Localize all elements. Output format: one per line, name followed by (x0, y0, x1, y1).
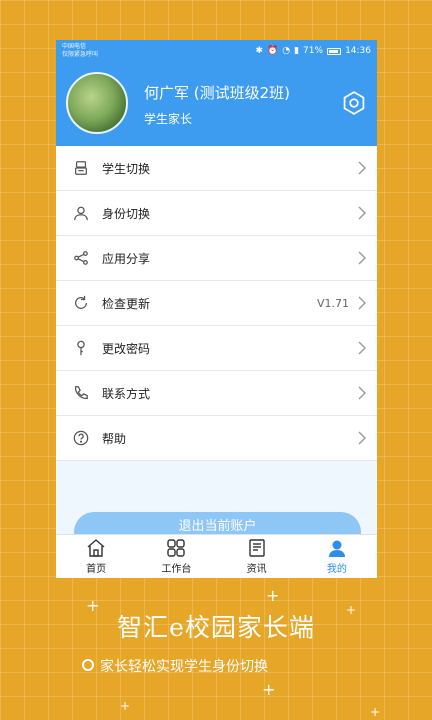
profile-name: 何广军 (测试班级2班) (144, 84, 291, 102)
news-icon (248, 539, 265, 557)
wifi-icon: ◔ (282, 46, 291, 56)
tab-mine[interactable]: 我的 (297, 535, 377, 578)
chevron-right-icon (358, 341, 366, 355)
menu-item-share[interactable]: 应用分享 (56, 236, 377, 281)
signal-icon: ▮ (294, 46, 300, 56)
menu-item-contact[interactable]: 联系方式 (56, 371, 377, 416)
sparkle-icon: + (370, 705, 381, 719)
menu-item-label: 身份切换 (102, 206, 151, 221)
tab-label: 资讯 (246, 564, 267, 575)
carrier-label: 中国电信 (62, 43, 87, 50)
sparkle-icon: + (266, 586, 280, 605)
chevron-right-icon (358, 206, 366, 220)
key-icon (72, 339, 90, 357)
refresh-icon (72, 294, 90, 312)
battery-percent: 71% (303, 46, 324, 56)
app-screen: 中国电信 仅限紧急呼叫 ✱ ⏰ ◔ ▮ 71% 14:36 何广军 (测试班级2… (56, 40, 377, 578)
profile-header: 何广军 (测试班级2班) 学生家长 (56, 62, 377, 146)
profile-icon (328, 540, 345, 557)
version-label: V1.71 (316, 296, 349, 310)
status-bar: 中国电信 仅限紧急呼叫 ✱ ⏰ ◔ ▮ 71% 14:36 (56, 40, 377, 62)
alarm-icon: ⏰ (267, 46, 279, 56)
chevron-right-icon (358, 251, 366, 265)
menu-item-identity-switch[interactable]: 身份切换 (56, 191, 377, 236)
menu-item-change-password[interactable]: 更改密码 (56, 326, 377, 371)
carrier-info: 中国电信 仅限紧急呼叫 (62, 43, 98, 59)
menu-item-student-switch[interactable]: 学生切换 (56, 146, 377, 191)
sparkle-icon: + (120, 699, 131, 713)
menu-item-label: 联系方式 (102, 386, 151, 401)
menu-item-label: 应用分享 (102, 251, 151, 266)
home-icon (87, 539, 105, 557)
chevron-right-icon (358, 386, 366, 400)
person-icon (72, 204, 90, 222)
chevron-right-icon (358, 431, 366, 445)
clock: 14:36 (345, 46, 371, 56)
workbench-icon (167, 539, 186, 557)
help-icon (72, 429, 90, 447)
bluetooth-icon: ✱ (255, 46, 264, 56)
menu-item-help[interactable]: 帮助 (56, 416, 377, 461)
tab-label: 首页 (86, 564, 107, 575)
profile-role: 学生家长 (144, 112, 193, 126)
circle-icon (82, 659, 94, 671)
chevron-right-icon (358, 296, 366, 310)
menu-item-label: 检查更新 (102, 296, 151, 311)
chevron-right-icon (358, 161, 366, 175)
tab-label: 工作台 (161, 564, 192, 575)
promo-subtitle: 家长轻松实现学生身份切换 (100, 659, 268, 675)
tab-home[interactable]: 首页 (56, 535, 136, 578)
menu-item-label: 学生切换 (102, 161, 151, 176)
bottom-tab-bar: 首页 工作台 资讯 我的 (56, 534, 377, 578)
gear-icon[interactable] (341, 90, 367, 116)
menu-item-label: 更改密码 (102, 341, 151, 356)
tab-news[interactable]: 资讯 (217, 535, 297, 578)
emergency-label: 仅限紧急呼叫 (62, 51, 99, 58)
avatar[interactable] (66, 72, 128, 134)
battery-icon (327, 47, 342, 55)
settings-menu: 学生切换 身份切换 应用分享 检查更新 V1.71 更改密码 联系方式 帮助 (56, 146, 377, 461)
share-icon (72, 249, 90, 267)
sparkle-icon: + (262, 680, 276, 699)
tab-workbench[interactable]: 工作台 (136, 535, 216, 578)
phone-icon (72, 384, 90, 402)
student-switch-icon (72, 159, 90, 177)
tab-label: 我的 (326, 564, 347, 575)
promo-title: 智汇e校园家长端 (117, 613, 315, 642)
menu-item-label: 帮助 (102, 431, 127, 446)
menu-item-check-update[interactable]: 检查更新 V1.71 (56, 281, 377, 326)
status-icons: ✱ ⏰ ◔ ▮ 71% 14:36 (255, 46, 371, 56)
